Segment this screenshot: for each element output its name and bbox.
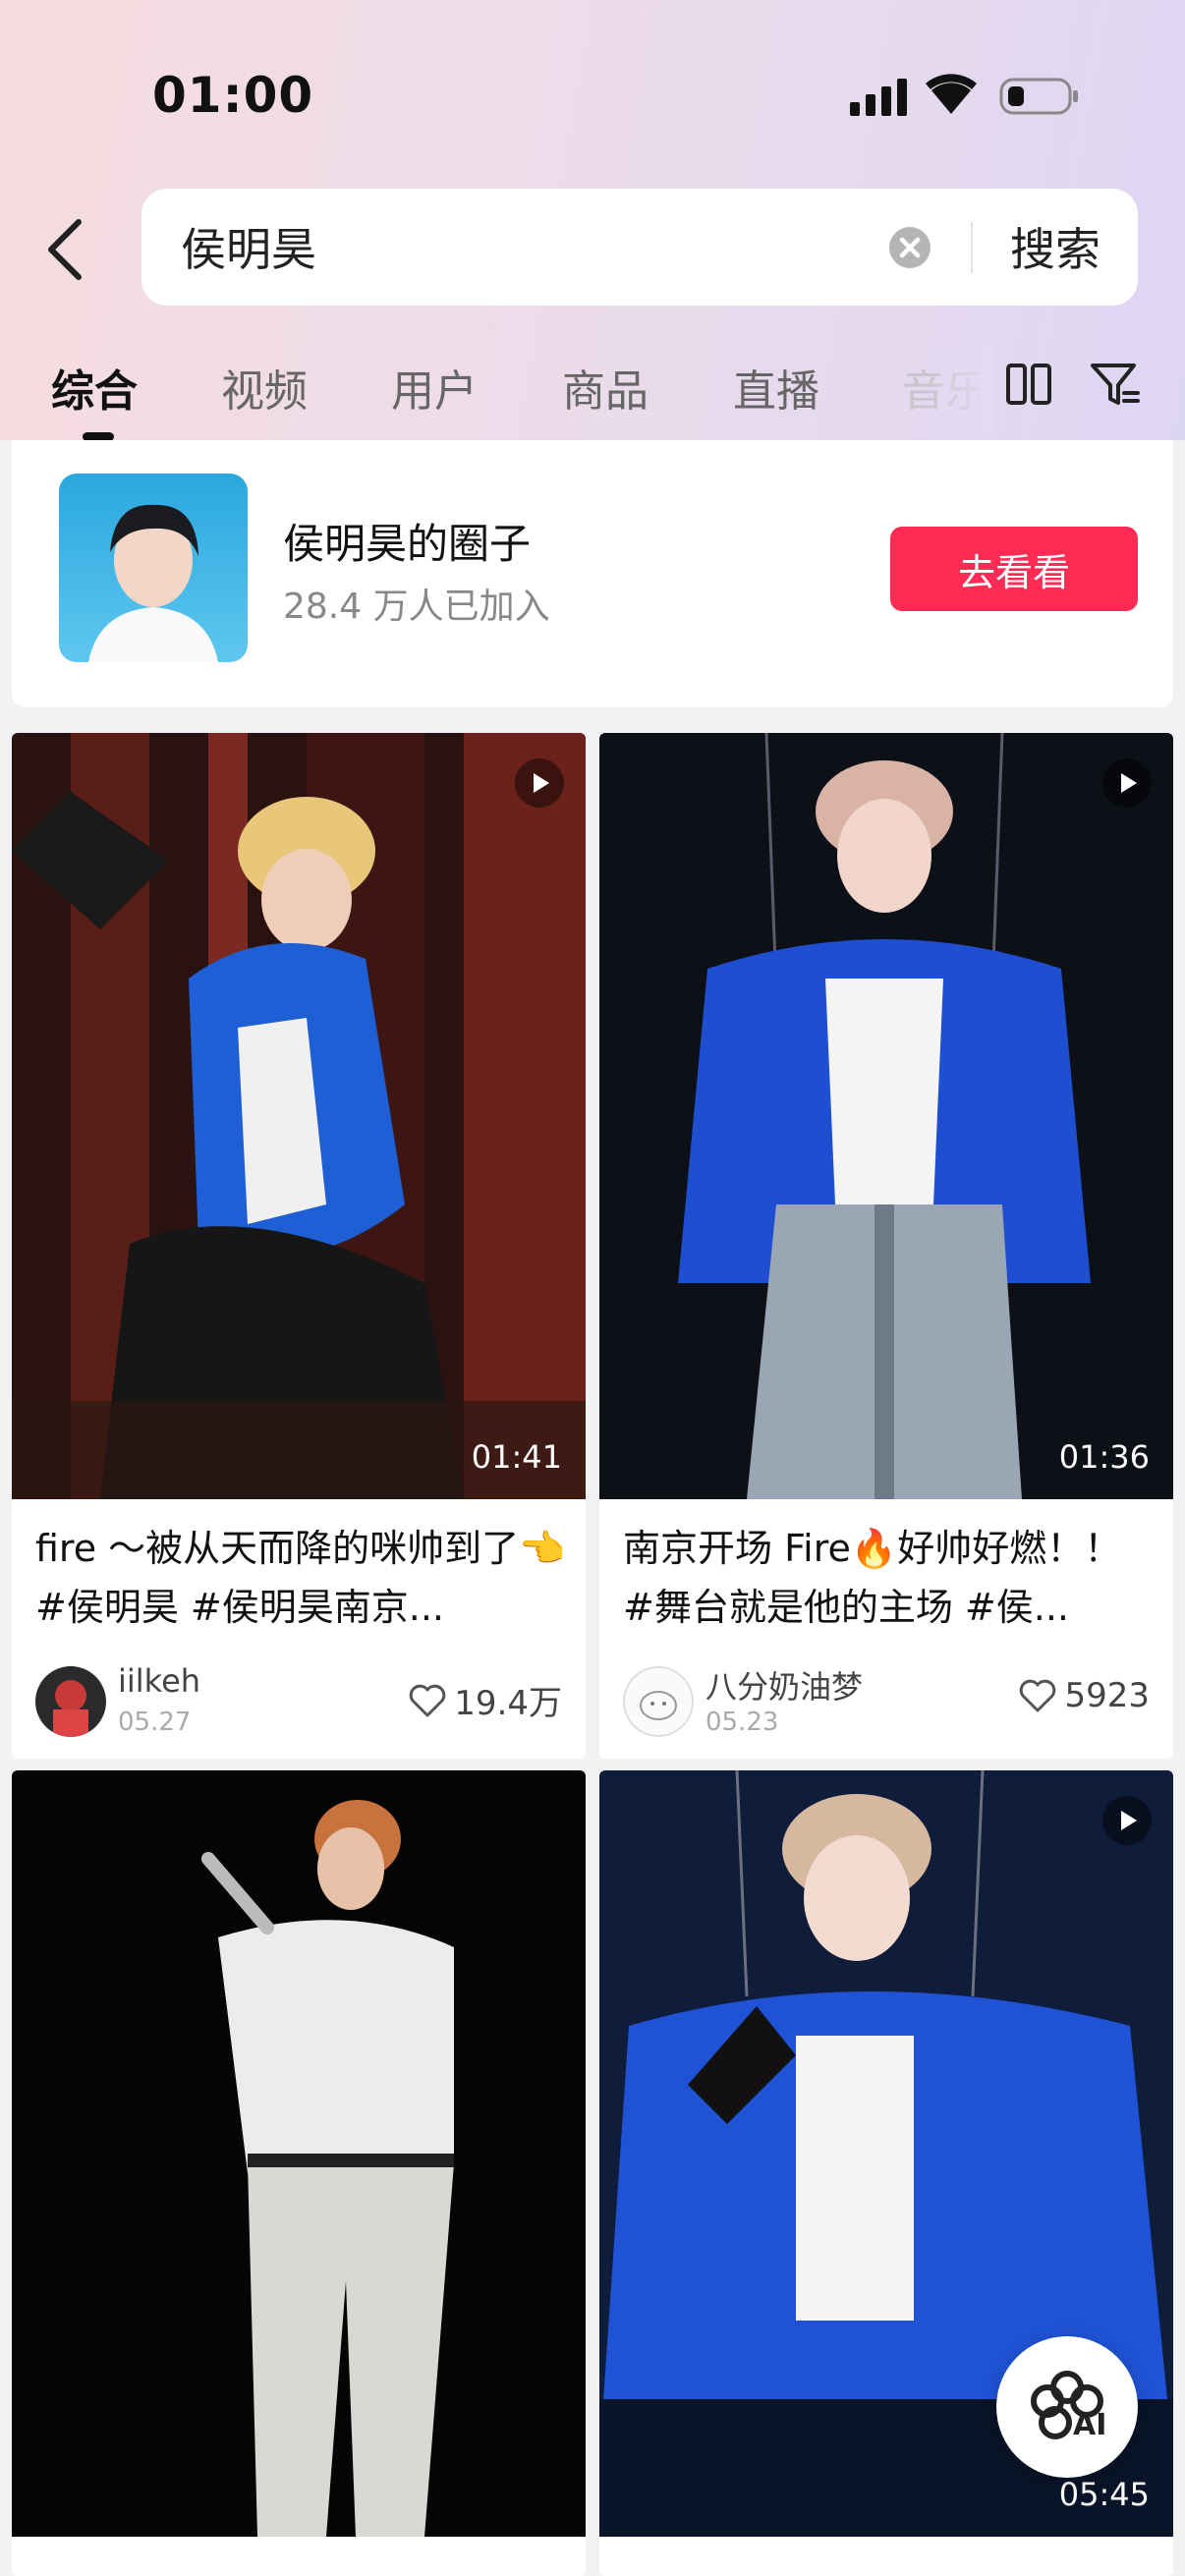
like-count[interactable]: 5923 — [1019, 1676, 1150, 1715]
tab-products[interactable]: 商品 — [562, 356, 649, 419]
status-time: 01:00 — [152, 67, 314, 124]
back-icon[interactable] — [39, 214, 94, 285]
circle-card[interactable]: 侯明昊的圈子 28.4 万人已加入 去看看 — [12, 440, 1173, 707]
video-card[interactable]: 01:36 南京开场 Fire🔥好帅好燃！！ #舞台就是他的主场 #侯... 八… — [599, 733, 1173, 1759]
performer-photo — [12, 733, 586, 1499]
video-duration: 01:36 — [1058, 1438, 1150, 1476]
post-date: 05.23 — [705, 1708, 779, 1737]
video-title[interactable] — [35, 2556, 566, 2576]
video-card[interactable]: 01:41 fire ～被从天而降的咪帅到了👈 #侯明昊 #侯明昊南京... i… — [12, 733, 586, 1759]
video-thumbnail[interactable] — [12, 1770, 586, 2537]
search-bar[interactable]: 侯明昊 搜索 — [141, 189, 1138, 306]
play-icon — [515, 758, 564, 808]
video-thumbnail[interactable]: 01:36 — [599, 733, 1173, 1499]
video-title[interactable]: fire ～被从天而降的咪帅到了👈 #侯明昊 #侯明昊南京... — [35, 1519, 566, 1637]
search-button[interactable]: 搜索 — [1010, 214, 1100, 279]
tab-users[interactable]: 用户 — [391, 356, 478, 419]
like-count[interactable]: 19.4万 — [409, 1676, 562, 1724]
heart-icon — [410, 1684, 446, 1716]
video-card[interactable] — [12, 1770, 586, 2576]
tab-bar: 综合 视频 用户 商品 直播 音乐 — [0, 346, 1185, 444]
like-count-value: 5923 — [1064, 1676, 1150, 1715]
wifi-icon — [926, 74, 977, 114]
video-duration: 05:45 — [1058, 2476, 1150, 2513]
svg-text:AI: AI — [1073, 2408, 1106, 2442]
heart-icon — [1020, 1679, 1056, 1712]
battery-icon — [999, 78, 1078, 115]
circle-avatar — [59, 474, 248, 662]
like-count-value: 19.4万 — [454, 1684, 562, 1723]
circle-title: 侯明昊的圈子 — [283, 520, 532, 568]
clear-icon[interactable] — [888, 226, 931, 269]
video-title[interactable]: 南京开场 Fire🔥好帅好燃！！ #舞台就是他的主场 #侯... — [623, 1519, 1154, 1637]
tab-comprehensive[interactable]: 综合 — [51, 356, 138, 419]
author-name[interactable]: 八分奶油梦 — [705, 1662, 863, 1708]
author-avatar[interactable] — [623, 1666, 694, 1737]
search-divider — [971, 222, 973, 273]
ai-assistant-icon: AI — [1031, 2371, 1106, 2442]
tab-fade — [926, 346, 994, 434]
author-name[interactable]: iilkeh — [118, 1662, 200, 1700]
video-title[interactable] — [623, 2556, 1154, 2576]
cellular-signal-icon — [850, 79, 907, 116]
post-date: 05.27 — [118, 1708, 192, 1737]
filter-icon[interactable] — [1089, 358, 1142, 413]
play-icon — [1102, 1796, 1152, 1845]
performer-photo — [599, 733, 1173, 1499]
author-avatar[interactable] — [35, 1666, 106, 1737]
header: 01:00 侯明昊 搜索 综合 视频 用户 商品 直播 音乐 — [0, 0, 1185, 441]
circle-members: 28.4 万人已加入 — [283, 587, 550, 627]
tab-live[interactable]: 直播 — [733, 356, 819, 419]
go-see-button[interactable]: 去看看 — [890, 527, 1138, 611]
video-duration: 01:41 — [471, 1438, 562, 1476]
play-icon — [1102, 758, 1152, 808]
video-thumbnail[interactable]: 01:41 — [12, 733, 586, 1499]
performer-photo — [12, 1770, 586, 2537]
search-input[interactable]: 侯明昊 — [181, 214, 316, 279]
grid-icon[interactable] — [1004, 358, 1053, 413]
ai-assistant-button[interactable]: AI — [996, 2336, 1138, 2478]
tab-video[interactable]: 视频 — [221, 356, 308, 419]
